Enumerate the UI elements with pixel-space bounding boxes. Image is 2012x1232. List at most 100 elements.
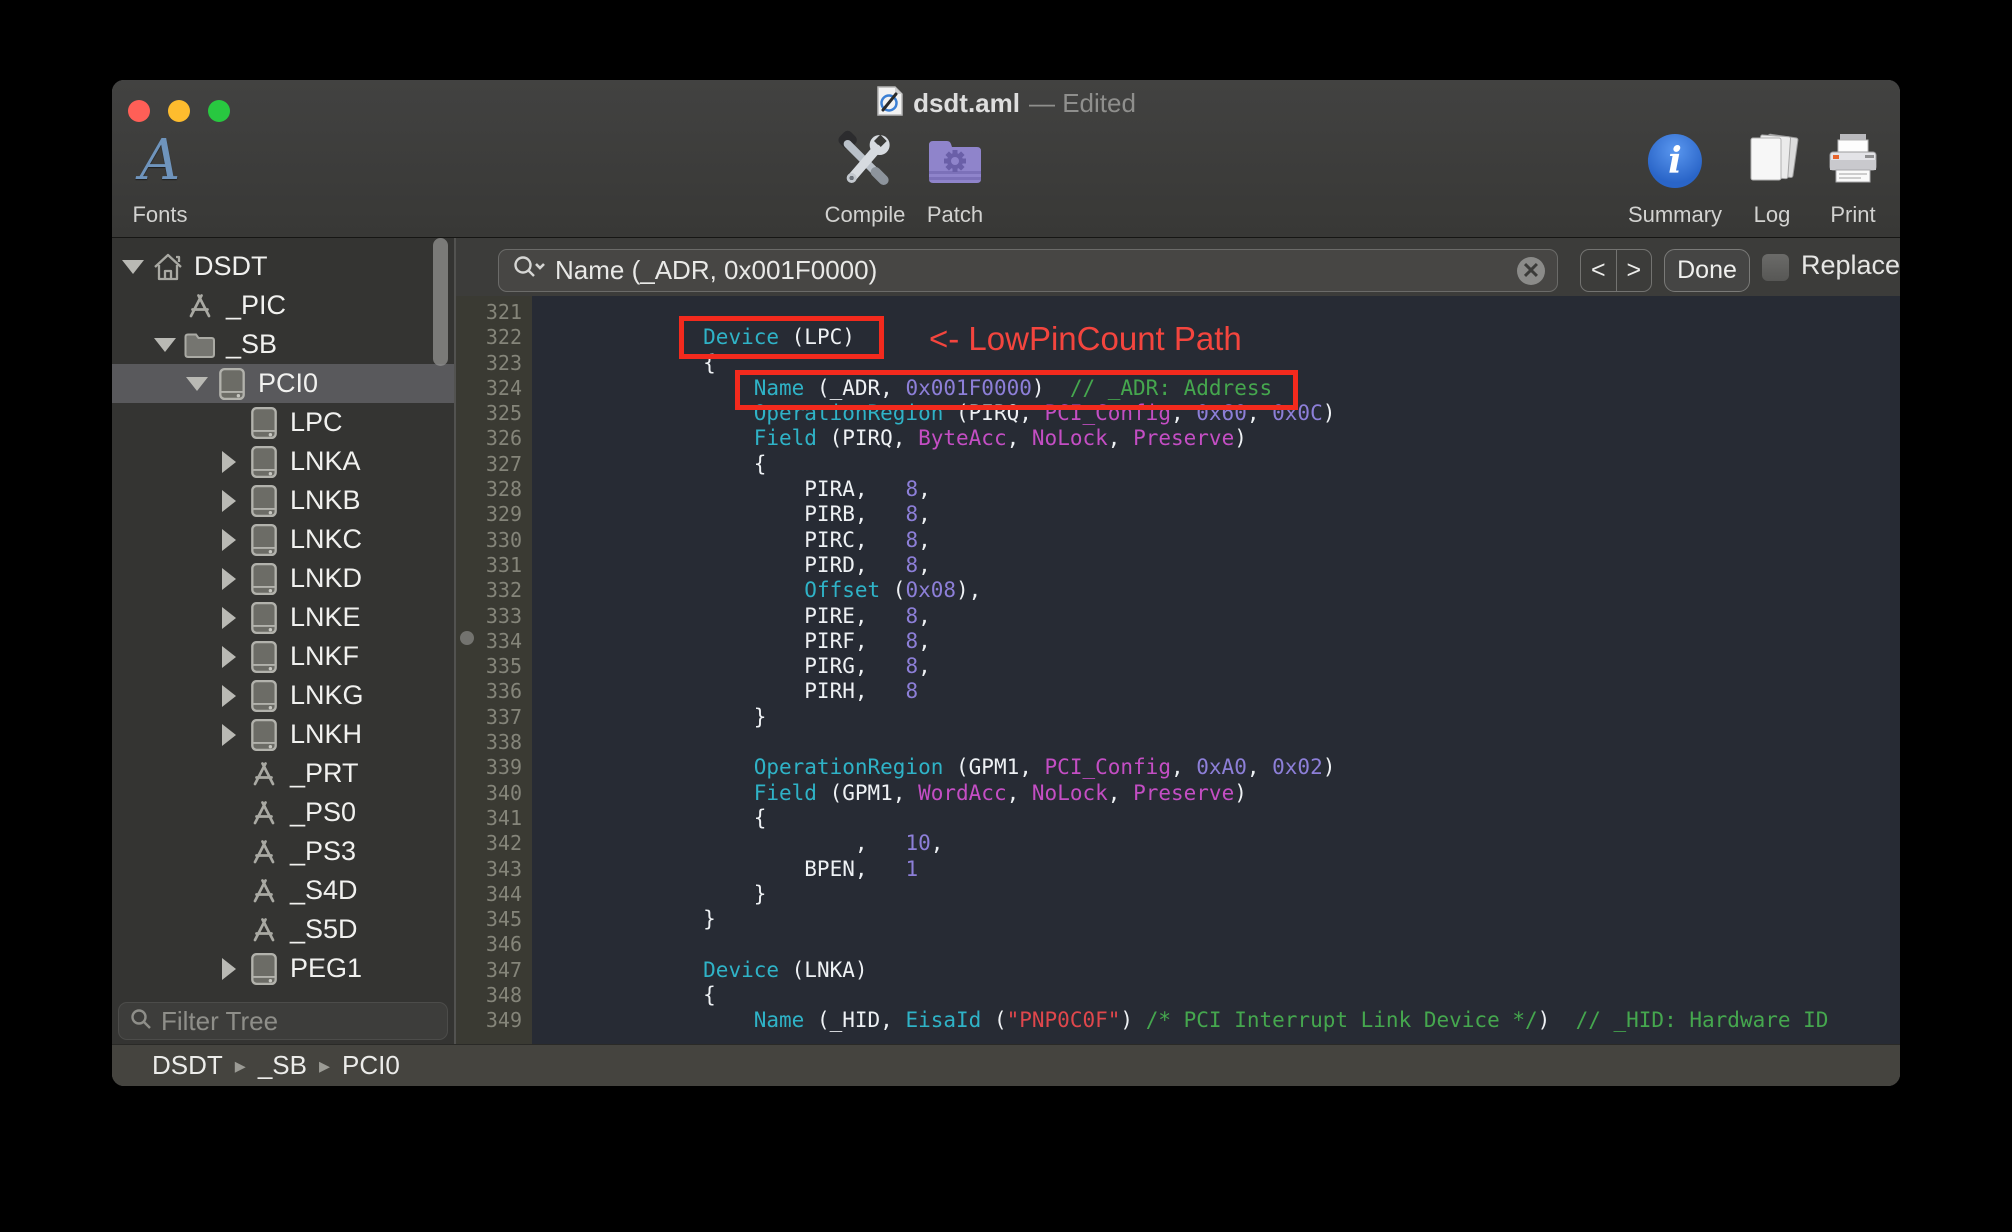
sidebar-item-_s5d[interactable]: _S5D xyxy=(112,910,454,949)
line-number: 344 xyxy=(485,881,522,906)
disclosure-open-icon[interactable] xyxy=(122,259,144,274)
line-number: 324 xyxy=(485,375,522,400)
line-number: 337 xyxy=(485,704,522,729)
code-line-324: Name (_ADR, 0x001F0000) // _ADR: Address xyxy=(753,375,1273,400)
breadcrumb-separator-icon: ▸ xyxy=(234,1052,246,1078)
code-line-349: Name (_HID, EisaId ("PNP0C0F") /* PCI In… xyxy=(753,1008,1829,1033)
tree-item-label: _PS0 xyxy=(290,797,357,827)
find-prev-next: < > xyxy=(1580,249,1652,292)
tree-item-label: LNKF xyxy=(290,641,360,671)
breadcrumb-item-pci0[interactable]: PCI0 xyxy=(342,1050,400,1081)
code-line-322: Device (LPC) xyxy=(703,325,855,350)
line-number: 343 xyxy=(485,856,522,881)
line-number: 328 xyxy=(485,477,522,502)
disclosure-closed-icon[interactable] xyxy=(222,645,236,668)
disclosure-closed-icon[interactable] xyxy=(222,723,236,746)
sidebar-item-lnka[interactable]: LNKA xyxy=(112,442,454,481)
code-area: 321 322 323 324 325 326 327 328 329 330 331 332 333 3… xyxy=(456,296,1900,1044)
sidebar-item-lnkb[interactable]: LNKB xyxy=(112,481,454,520)
line-number: 349 xyxy=(485,1008,522,1033)
tree-item-label: _PIC xyxy=(226,290,287,320)
sidebar-item-lnke[interactable]: LNKE xyxy=(112,598,454,637)
sidebar-item-_prt[interactable]: _PRT xyxy=(112,754,454,793)
code-line-332: Offset (0x08), xyxy=(804,578,982,603)
tree-item-label: _PS3 xyxy=(290,836,357,866)
find-previous-button[interactable]: < xyxy=(1581,250,1617,291)
sidebar-item-lnkh[interactable]: LNKH xyxy=(112,715,454,754)
fonts-button[interactable]: A Fonts xyxy=(132,122,187,228)
compile-button[interactable]: Compile xyxy=(825,122,905,228)
sidebar-item-peg1[interactable]: PEG1 xyxy=(112,949,454,988)
device-icon xyxy=(246,406,282,440)
printer-icon xyxy=(1822,122,1884,200)
breadcrumb-item-_sb[interactable]: _SB xyxy=(258,1050,307,1081)
code-line-323: { xyxy=(602,350,716,375)
log-pages-icon xyxy=(1741,122,1803,200)
sidebar-scrollbar-thumb[interactable] xyxy=(433,238,448,366)
code-line-348: { xyxy=(602,983,716,1008)
line-number: 341 xyxy=(485,805,522,830)
disclosure-closed-icon[interactable] xyxy=(222,489,236,512)
code-line-326: Field (PIRQ, ByteAcc, NoLock, Preserve) xyxy=(753,426,1247,451)
print-button[interactable]: Print xyxy=(1822,122,1884,228)
tree-item-label: _SB xyxy=(226,329,278,359)
method-icon xyxy=(246,874,282,908)
split-handle-icon[interactable] xyxy=(460,631,474,645)
line-number: 339 xyxy=(485,755,522,780)
patch-button[interactable]: Patch xyxy=(923,122,987,228)
sidebar-item-dsdt[interactable]: DSDT xyxy=(112,247,454,286)
disclosure-closed-icon[interactable] xyxy=(222,450,236,473)
document-proxy-icon[interactable] xyxy=(876,85,904,122)
method-icon xyxy=(246,796,282,830)
sidebar-item-pci0[interactable]: PCI0 xyxy=(112,364,454,403)
disclosure-closed-icon[interactable] xyxy=(222,684,236,707)
find-input[interactable]: Name (_ADR, 0x001F0000) ✕ xyxy=(498,249,1558,292)
sidebar-item-lnkf[interactable]: LNKF xyxy=(112,637,454,676)
log-button[interactable]: Log xyxy=(1741,122,1803,228)
line-number: 330 xyxy=(485,527,522,552)
line-number: 336 xyxy=(485,679,522,704)
disclosure-open-icon[interactable] xyxy=(186,376,208,391)
replace-checkbox[interactable] xyxy=(1762,254,1789,281)
search-menu-icon[interactable] xyxy=(511,253,545,288)
done-button[interactable]: Done xyxy=(1664,249,1750,292)
code-line-345: } xyxy=(602,907,716,932)
code-line-335: PIRG, 8, xyxy=(602,654,931,679)
tree-item-label: LPC xyxy=(290,407,343,437)
sidebar-item-lnkd[interactable]: LNKD xyxy=(112,559,454,598)
source-editor[interactable]: Device (LPC) { Name (_ADR, 0x001F0000) /… xyxy=(532,296,1900,1044)
search-icon xyxy=(129,1007,153,1036)
window-edited-status: — Edited xyxy=(1028,87,1136,118)
find-next-button[interactable]: > xyxy=(1617,250,1652,291)
disclosure-closed-icon[interactable] xyxy=(222,567,236,590)
summary-button[interactable]: i Summary xyxy=(1628,122,1722,228)
disclosure-open-icon[interactable] xyxy=(154,337,176,352)
device-icon xyxy=(246,952,282,986)
disclosure-closed-icon[interactable] xyxy=(222,957,236,980)
tree-item-label: LNKH xyxy=(290,719,363,749)
line-number: 340 xyxy=(485,780,522,805)
tree-item-label: LNKG xyxy=(290,680,364,710)
clear-search-icon[interactable]: ✕ xyxy=(1517,256,1545,285)
sidebar-item-lpc[interactable]: LPC xyxy=(112,403,454,442)
disclosure-closed-icon[interactable] xyxy=(222,606,236,629)
line-number: 338 xyxy=(485,730,522,755)
sidebar-item-_ps0[interactable]: _PS0 xyxy=(112,793,454,832)
line-number-gutter: 321 322 323 324 325 326 327 328 329 330 331 332 333 3… xyxy=(456,296,532,1044)
line-number: 346 xyxy=(485,932,522,957)
sidebar-item-_s4d[interactable]: _S4D xyxy=(112,871,454,910)
sidebar-item-_ps3[interactable]: _PS3 xyxy=(112,832,454,871)
sidebar-item-lnkg[interactable]: LNKG xyxy=(112,676,454,715)
filter-tree-field[interactable]: Filter Tree xyxy=(118,1002,448,1040)
code-line-336: PIRH, 8 xyxy=(602,679,919,704)
info-icon: i xyxy=(1648,134,1702,188)
sidebar-item-_sb[interactable]: _SB xyxy=(112,325,454,364)
sidebar-item-_pic[interactable]: _PIC xyxy=(112,286,454,325)
line-number: 342 xyxy=(485,831,522,856)
disclosure-closed-icon[interactable] xyxy=(222,528,236,551)
breadcrumb-item-dsdt[interactable]: DSDT xyxy=(152,1050,223,1081)
sidebar-item-lnkc[interactable]: LNKC xyxy=(112,520,454,559)
fonts-icon: A xyxy=(139,128,181,193)
line-number: 329 xyxy=(485,502,522,527)
find-bar: Name (_ADR, 0x001F0000) ✕ < > Done Repla… xyxy=(456,238,1900,296)
